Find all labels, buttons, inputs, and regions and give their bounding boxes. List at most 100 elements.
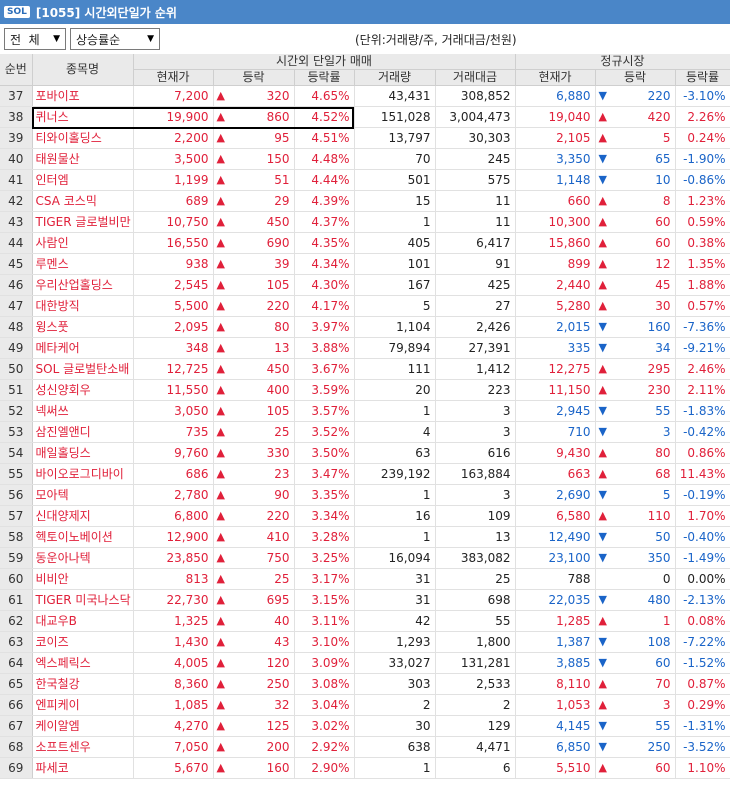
cell-change-value: 39 [274,257,290,271]
table-row[interactable]: 63 코이즈 1,430 ▲ 43 3.10% 1,293 1,800 1,387 ▼ 108 -7.… [0,631,730,653]
cell-rate-value: 3.67% [311,362,350,376]
table-row[interactable]: 61 TIGER 미국나스닥 22,730 ▲ 695 3.15% 31 698 22,035 ▼… [0,589,730,611]
table-row[interactable]: 39 티와이홀딩스 2,200 ▲ 95 4.51% 13,797 30,303 2,105 ▲ 5… [0,127,730,149]
cell-rate: 4.48% [294,148,355,170]
cell-amount-value: 223 [487,383,511,397]
cell-amount: 55 [435,610,516,632]
table-row[interactable]: 58 헥토이노베이션 12,900 ▲ 410 3.28% 1 13 12,490 ▼ 50 -0.4… [0,526,730,548]
table-row[interactable]: 64 엑스페릭스 4,005 ▲ 120 3.09% 33,027 131,281 3,885 ▼… [0,652,730,674]
cell-reg-price-value: 12,275 [548,362,591,376]
table-row[interactable]: 40 태원물산 3,500 ▲ 150 4.48% 70 245 3,350 ▼ 65 -1.90% [0,148,730,170]
table-row[interactable]: 52 넥써쓰 3,050 ▲ 105 3.57% 1 3 2,945 ▼ 55 -1.83% [0,400,730,422]
cell-volume: 42 [354,610,436,632]
cell-reg-rate-value: -7.36% [683,320,726,334]
cell-reg-change-value: 12 [655,257,671,271]
header-reg-rate[interactable]: 등락률 [675,69,730,86]
cell-name: 모아텍 [32,484,134,506]
header-change[interactable]: 등락 [213,69,295,86]
cell-amount: 425 [435,274,516,296]
table-row[interactable]: 49 메타케어 348 ▲ 13 3.88% 79,894 27,391 335 ▼ 34 -9.21… [0,337,730,359]
table-row[interactable]: 65 한국철강 8,360 ▲ 250 3.08% 303 2,533 8,110 ▲ 70 0.87… [0,673,730,695]
cell-reg-price-value: 710 [567,425,591,439]
cell-volume-value: 20 [415,383,431,397]
table-row[interactable]: 46 우리산업홀딩스 2,545 ▲ 105 4.30% 167 425 2,440 ▲ 45 1.8… [0,274,730,296]
cell-reg-price: 4,145 [515,715,596,737]
sort-select[interactable]: 상승률순 ▼ [70,28,160,50]
table-row[interactable]: 41 인터엠 1,199 ▲ 51 4.44% 501 575 1,148 ▼ 10 -0.86% [0,169,730,191]
chevron-down-icon: ▼ [147,34,154,44]
table-row[interactable]: 60 비비안 813 ▲ 25 3.17% 31 25 788 0 0.00% [0,568,730,590]
cell-rank-value: 45 [8,257,24,271]
cell-change-value: 40 [274,614,290,628]
cell-reg-price-value: 22,035 [548,593,591,607]
cell-change-value: 410 [266,530,290,544]
cell-volume: 16 [354,505,436,527]
table-row[interactable]: 68 소프트센우 7,050 ▲ 200 2.92% 638 4,471 6,850 ▼ 250 -3… [0,736,730,758]
table-row[interactable]: 62 대교우B 1,325 ▲ 40 3.11% 42 55 1,285 ▲ 1 0.08% [0,610,730,632]
cell-reg-rate: 0.24% [675,127,730,149]
header-name[interactable]: 종목명 [32,54,134,86]
cell-rank-value: 52 [8,404,24,418]
cell-reg-price: 6,880 [515,85,596,107]
table-row[interactable]: 53 삼진엘앤디 735 ▲ 25 3.52% 4 3 710 ▼ 3 -0.42% [0,421,730,443]
table-row[interactable]: 44 사람인 16,550 ▲ 690 4.35% 405 6,417 15,860 ▲ 60 0.3… [0,232,730,254]
cell-price: 2,200 [133,127,214,149]
cell-rank-value: 69 [8,761,24,775]
table-row[interactable]: 37 포바이포 7,200 ▲ 320 4.65% 43,431 308,852 6,880 ▼ 2… [0,85,730,107]
table-row[interactable]: 59 동운아나텍 23,850 ▲ 750 3.25% 16,094 383,082 23,10… [0,547,730,569]
market-select[interactable]: 전 체 ▼ [4,28,66,50]
cell-reg-change-value: 68 [655,467,671,481]
table-row[interactable]: 47 대한방직 5,500 ▲ 220 4.17% 5 27 5,280 ▲ 30 0.57% [0,295,730,317]
cell-price: 4,005 [133,652,214,674]
table-row[interactable]: 67 케이알엠 4,270 ▲ 125 3.02% 30 129 4,145 ▼ 55 -1.31% [0,715,730,737]
header-volume[interactable]: 거래량 [354,69,436,86]
cell-rate-value: 3.10% [311,635,350,649]
cell-reg-rate: 2.26% [675,106,730,128]
table-row[interactable]: 48 윙스풋 2,095 ▲ 80 3.97% 1,104 2,426 2,015 ▼ 160 -7.… [0,316,730,338]
header-reg-change[interactable]: 등락 [595,69,676,86]
table-row[interactable]: 51 성신양회우 11,550 ▲ 400 3.59% 20 223 11,150 ▲ 230 2.1… [0,379,730,401]
cell-volume: 13,797 [354,127,436,149]
table-row[interactable]: 66 엔피케이 1,085 ▲ 32 3.04% 2 2 1,053 ▲ 3 0.29% [0,694,730,716]
cell-volume: 5 [354,295,436,317]
cell-reg-price-value: 1,053 [556,698,591,712]
cell-change: ▲ 250 [213,673,295,695]
cell-price-value: 2,095 [174,320,209,334]
cell-volume: 33,027 [354,652,436,674]
cell-reg-price-value: 899 [567,257,591,271]
table-row[interactable]: 45 루멘스 938 ▲ 39 4.34% 101 91 899 ▲ 12 1.35% [0,253,730,275]
table-row[interactable]: 43 TIGER 글로벌비만 10,750 ▲ 450 4.37% 1 11 10,300 ▲ 60… [0,211,730,233]
cell-reg-price-value: 788 [567,572,591,586]
table-row[interactable]: 69 파세코 5,670 ▲ 160 2.90% 1 6 5,510 ▲ 60 1.10% [0,757,730,779]
cell-name-value: 루멘스 [35,257,69,271]
cell-reg-change-value: 3 [662,425,671,439]
table-row[interactable]: 50 SOL 글로벌탄소배 12,725 ▲ 450 3.67% 111 1,412 12,27… [0,358,730,380]
cell-rank: 61 [0,589,33,611]
header-rank[interactable]: 순번 [0,54,33,86]
header-reg-price[interactable]: 현재가 [515,69,596,86]
table-row[interactable]: 42 CSA 코스믹 689 ▲ 29 4.39% 15 11 660 ▲ 8 1.23% [0,190,730,212]
table-row[interactable]: 57 신대양제지 6,800 ▲ 220 3.34% 16 109 6,580 ▲ 110 1.70% [0,505,730,527]
cell-reg-rate-value: -0.40% [683,530,726,544]
cell-rate: 4.52% [294,106,355,128]
cell-rate-value: 4.51% [311,131,350,145]
market-select-value: 전 체 [10,32,40,47]
table-row[interactable]: 54 매일홀딩스 9,760 ▲ 330 3.50% 63 616 9,430 ▲ 80 0.86% [0,442,730,464]
header-price[interactable]: 현재가 [133,69,214,86]
unit-note: (단위:거래량/주, 거래대금/천원) [355,33,517,47]
cell-reg-rate: 0.38% [675,232,730,254]
table-row[interactable]: 55 바이오로그디바이 686 ▲ 23 3.47% 239,192 163,884 663 ▲ 6… [0,463,730,485]
header-rate[interactable]: 등락률 [294,69,355,86]
cell-reg-rate-value: 1.88% [687,278,726,292]
table-row[interactable]: 56 모아텍 2,780 ▲ 90 3.35% 1 3 2,690 ▼ 5 -0.19% [0,484,730,506]
cell-reg-rate-value: 0.57% [687,299,726,313]
cell-reg-change-value: 220 [647,89,671,103]
table-row[interactable]: 38 퀴너스 19,900 ▲ 860 4.52% 151,028 3,004,473 19,0… [0,106,730,128]
up-triangle-icon: ▲ [598,383,607,396]
cell-price: 7,050 [133,736,214,758]
header-amount[interactable]: 거래대금 [435,69,516,86]
cell-name-value: 케이알엠 [35,719,80,733]
cell-reg-change: ▲ 30 [595,295,676,317]
down-triangle-icon: ▼ [598,530,607,543]
up-triangle-icon: ▲ [216,656,225,669]
